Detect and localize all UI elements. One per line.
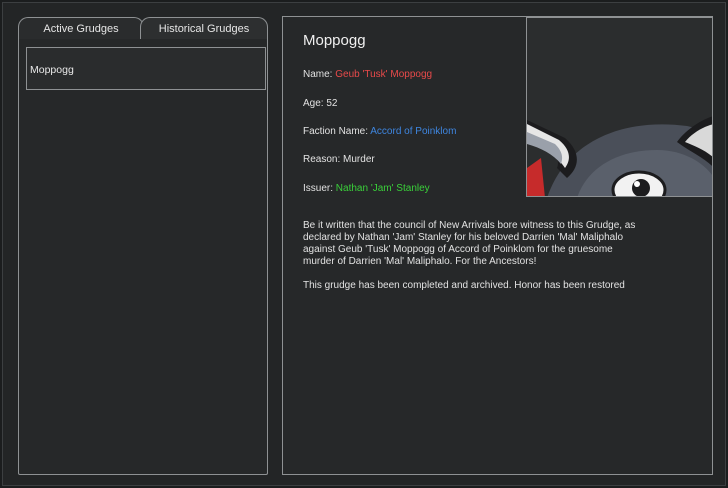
age-label: Age: [303, 98, 324, 109]
tab-active-grudges[interactable]: Active Grudges [18, 17, 144, 40]
creature-portrait-icon [526, 17, 713, 197]
faction-value: Accord of Poinklom [370, 126, 457, 137]
reason-value: Murder [343, 154, 375, 165]
reason-label: Reason: [303, 154, 341, 165]
name-field: Name: Geub 'Tusk' Moppogg [303, 69, 432, 80]
grudge-list-panel: Moppogg [18, 39, 268, 475]
grudge-description: Be it written that the council of New Ar… [303, 220, 643, 304]
status-text: This grudge has been completed and archi… [303, 280, 625, 291]
description-text: Be it written that the council of New Ar… [303, 220, 636, 267]
reason-field: Reason: Murder [303, 154, 375, 165]
list-item[interactable]: Moppogg [26, 47, 266, 90]
name-label: Name: [303, 69, 333, 80]
page-title: Moppogg [303, 32, 366, 49]
tab-historical-grudges[interactable]: Historical Grudges [140, 17, 268, 40]
grudge-list: Moppogg [26, 47, 266, 90]
issuer-label: Issuer: [303, 183, 334, 194]
issuer-field: Issuer: Nathan 'Jam' Stanley [303, 183, 430, 194]
portrait-art [527, 18, 712, 196]
age-field: Age: 52 [303, 98, 337, 109]
grudge-detail-panel: Moppogg Name: Geub 'Tusk' Moppogg Age: 5… [282, 16, 713, 475]
age-value: 52 [326, 98, 338, 109]
faction-field: Faction Name: Accord of Poinklom [303, 126, 456, 137]
tab-bar: Active Grudges Historical Grudges [18, 17, 268, 41]
issuer-value: Nathan 'Jam' Stanley [335, 183, 430, 194]
name-value: Geub 'Tusk' Moppogg [335, 69, 433, 80]
faction-label: Faction Name: [303, 126, 369, 137]
